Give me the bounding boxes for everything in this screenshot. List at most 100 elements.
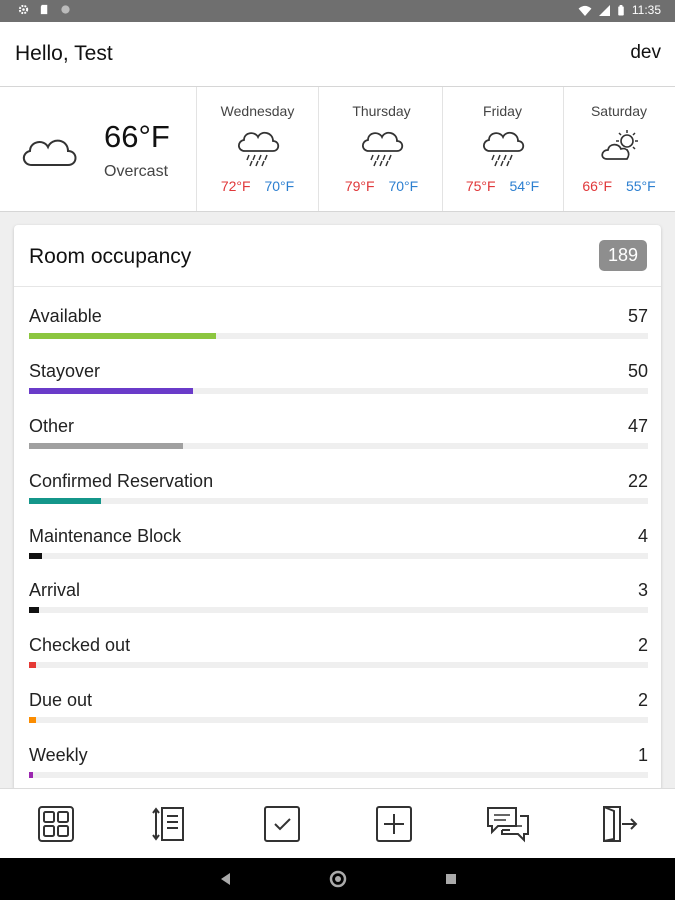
sd-card-icon — [40, 4, 48, 15]
dashboard-icon[interactable] — [36, 804, 76, 844]
occupancy-row[interactable]: Weekly 1 — [29, 739, 648, 791]
forecast-day: Saturday 66°F 55°F — [563, 87, 675, 211]
messages-icon[interactable] — [486, 804, 530, 844]
room-list-icon[interactable] — [150, 804, 190, 844]
status-time: 11:35 — [631, 3, 661, 17]
wifi-icon — [578, 5, 592, 16]
occupancy-label: Due out — [29, 690, 93, 710]
occupancy-bar-track — [29, 443, 648, 449]
logout-icon[interactable] — [600, 804, 640, 844]
forecast-day-name: Friday — [483, 103, 522, 119]
bottom-navigation — [0, 788, 675, 859]
forecast-temps: 72°F 70°F — [197, 178, 318, 194]
battery-icon — [618, 4, 624, 16]
occupancy-bar-fill — [29, 717, 36, 723]
app-header: Hello, Test dev — [0, 22, 675, 87]
forecast-low: 70°F — [388, 178, 419, 194]
occupancy-bar-track — [29, 333, 648, 339]
forecast-low: 54°F — [509, 178, 540, 194]
occupancy-row[interactable]: Other 47 — [29, 410, 648, 465]
forecast-temps: 79°F 70°F — [321, 178, 442, 194]
occupancy-bar-track — [29, 498, 648, 504]
occupancy-label: Stayover — [29, 361, 101, 381]
occupancy-label: Confirmed Reservation — [29, 471, 214, 491]
rain-cloud-icon — [361, 131, 404, 167]
greeting: Hello, Test — [15, 42, 113, 65]
forecast-temps: 66°F 55°F — [563, 178, 675, 194]
settings-icon — [18, 4, 29, 15]
forecast-high: 75°F — [465, 178, 496, 194]
forecast-high: 79°F — [344, 178, 375, 194]
occupancy-bar-fill — [29, 662, 36, 668]
occupancy-count: 50 — [627, 361, 648, 381]
occupancy-row[interactable]: Due out 2 — [29, 684, 648, 739]
occupancy-bar-track — [29, 388, 648, 394]
occupancy-row[interactable]: Checked out 2 — [29, 629, 648, 684]
occupancy-count: 57 — [627, 306, 648, 326]
occupancy-bar-fill — [29, 607, 39, 613]
forecast-day: Friday 75°F 54°F — [442, 87, 564, 211]
occupancy-bar-fill — [29, 498, 101, 504]
forecast-high: 66°F — [582, 178, 613, 194]
occupancy-bar-fill — [29, 553, 42, 559]
occupancy-label: Maintenance Block — [29, 526, 182, 546]
occupancy-bar-track — [29, 662, 648, 668]
circle-icon — [61, 5, 70, 14]
occupancy-label: Weekly — [29, 745, 88, 765]
occupancy-label: Other — [29, 416, 75, 436]
status-right-icons: 11:35 — [578, 3, 661, 17]
partly-sunny-icon — [601, 130, 638, 160]
back-icon[interactable] — [216, 869, 236, 889]
forecast-low: 70°F — [264, 178, 295, 194]
occupancy-count: 2 — [637, 690, 648, 710]
occupancy-row[interactable]: Stayover 50 — [29, 355, 648, 410]
signal-icon — [598, 4, 610, 16]
occupancy-row[interactable]: Maintenance Block 4 — [29, 520, 648, 575]
forecast-day: Wednesday 72°F 70°F — [197, 87, 319, 211]
room-occupancy-card[interactable]: Room occupancy 189 Available 57 Stayover… — [14, 225, 661, 791]
occupancy-label: Arrival — [29, 580, 81, 600]
card-title: Room occupancy — [29, 245, 192, 268]
forecast-day-name: Thursday — [352, 103, 411, 119]
rain-cloud-icon — [482, 131, 525, 167]
cloud-icon — [22, 139, 77, 166]
home-icon[interactable] — [328, 869, 348, 889]
occupancy-bar-track — [29, 717, 648, 723]
occupancy-count: 2 — [637, 635, 648, 655]
forecast-day-name: Saturday — [590, 103, 648, 119]
occupancy-count: 47 — [627, 416, 648, 436]
environment-label[interactable]: dev — [630, 42, 661, 64]
occupancy-count: 3 — [637, 580, 648, 600]
forecast-high: 72°F — [220, 178, 251, 194]
occupancy-bar-track — [29, 772, 648, 778]
occupancy-bar-track — [29, 607, 648, 613]
status-bar: 11:35 — [0, 0, 675, 22]
occupancy-bar-fill — [29, 443, 183, 449]
current-condition: Overcast — [104, 163, 169, 180]
occupancy-label: Available — [29, 306, 102, 326]
occupancy-bar-fill — [29, 333, 216, 339]
forecast-temps: 75°F 54°F — [442, 178, 563, 194]
occupancy-bar-track — [29, 553, 648, 559]
system-navigation-bar — [0, 858, 675, 900]
weather-panel: 66°F Overcast Wednesday 72°F 70°F Thursd… — [0, 87, 675, 212]
total-rooms-badge: 189 — [598, 240, 647, 271]
status-left-icons — [18, 4, 71, 15]
occupancy-count: 4 — [637, 526, 648, 546]
add-icon[interactable] — [374, 804, 414, 844]
tasks-check-icon[interactable] — [262, 804, 302, 844]
occupancy-row[interactable]: Arrival 3 — [29, 574, 648, 629]
occupancy-label: Checked out — [29, 635, 131, 655]
current-temperature: 66°F — [104, 119, 170, 154]
occupancy-count: 1 — [637, 745, 648, 765]
forecast-day: Thursday 79°F 70°F — [321, 87, 443, 211]
rain-cloud-icon — [237, 131, 280, 167]
occupancy-bar-fill — [29, 388, 193, 394]
occupancy-row[interactable]: Confirmed Reservation 22 — [29, 465, 648, 520]
card-header: Room occupancy 189 — [14, 225, 661, 287]
occupancy-bar-fill — [29, 772, 33, 778]
recents-icon[interactable] — [441, 869, 461, 889]
occupancy-row[interactable]: Available 57 — [29, 300, 648, 355]
occupancy-count: 22 — [627, 471, 648, 491]
forecast-low: 55°F — [625, 178, 656, 194]
